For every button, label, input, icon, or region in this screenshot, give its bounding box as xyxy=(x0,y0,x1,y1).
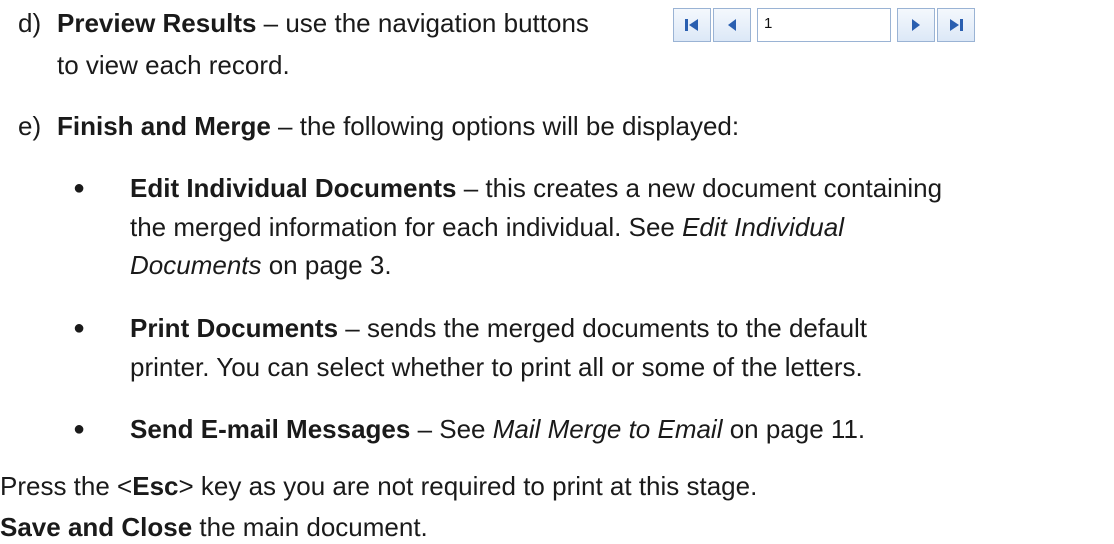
item-d-title: Preview Results xyxy=(57,8,257,38)
bullet-1-text3: on page 3. xyxy=(261,250,392,280)
bullet-1-ref2: Documents xyxy=(130,250,262,280)
item-d-marker: d) xyxy=(18,8,42,38)
bullet-1-line2: the merged information for each individu… xyxy=(130,211,844,243)
bullet-3-text2: on page 11. xyxy=(722,414,866,444)
previous-record-icon xyxy=(725,17,739,33)
esc-key: Esc xyxy=(132,471,179,501)
esc-pre: Press the < xyxy=(0,471,133,501)
save-rest: the main document. xyxy=(192,512,428,542)
record-navigation-toolbar: 1 xyxy=(673,2,981,42)
next-record-icon xyxy=(909,17,923,33)
bullet-3-text1: – See xyxy=(410,414,493,444)
bullet-2-line2: printer. You can select whether to print… xyxy=(130,352,863,382)
save-bold: Save and Close xyxy=(0,512,193,542)
bullet-2-title: Print Documents xyxy=(130,313,339,343)
save-instruction: Save and Close the main document. xyxy=(0,511,428,543)
bullet-1-ref1: Edit Individual xyxy=(682,212,844,242)
bullet-3-line1: Send E-mail Messages – See Mail Merge to… xyxy=(130,413,865,445)
record-number-field[interactable]: 1 xyxy=(757,8,891,42)
last-record-icon xyxy=(947,17,965,33)
bullet-2-marker: ● xyxy=(73,317,86,339)
bullet-3-marker: ● xyxy=(73,418,86,440)
item-e-desc: – the following options will be displaye… xyxy=(270,111,740,141)
bullet-1-line3: Documents on page 3. xyxy=(130,249,392,281)
bullet-3-ref: Mail Merge to Email xyxy=(492,414,723,444)
esc-instruction: Press the <Esc> key as you are not requi… xyxy=(0,470,757,502)
bullet-2-line1: Print Documents – sends the merged docum… xyxy=(130,312,867,344)
item-d-line1: Preview Results – use the navigation but… xyxy=(57,7,589,39)
previous-record-button[interactable] xyxy=(713,8,751,42)
next-record-button[interactable] xyxy=(897,8,935,42)
item-e-line: Finish and Merge – the following options… xyxy=(57,110,739,142)
bullet-1-line1: Edit Individual Documents – this creates… xyxy=(130,172,942,204)
bullet-1-title: Edit Individual Documents xyxy=(130,173,457,203)
bullet-2-text: – sends the merged documents to the defa… xyxy=(338,313,868,343)
item-e-marker: e) xyxy=(18,111,42,141)
esc-post: > key as you are not required to print a… xyxy=(178,471,758,501)
item-e-title: Finish and Merge xyxy=(57,111,271,141)
last-record-button[interactable] xyxy=(937,8,975,42)
item-d-desc: – use the navigation buttons xyxy=(256,8,589,38)
item-d-line2: to view each record. xyxy=(57,50,290,80)
bullet-1-marker: ● xyxy=(73,177,86,199)
bullet-3-title: Send E-mail Messages xyxy=(130,414,411,444)
first-record-button[interactable] xyxy=(673,8,711,42)
bullet-1-text2: the merged information for each individu… xyxy=(130,212,683,242)
bullet-1-text: – this creates a new document containing xyxy=(456,173,943,203)
first-record-icon xyxy=(683,17,701,33)
